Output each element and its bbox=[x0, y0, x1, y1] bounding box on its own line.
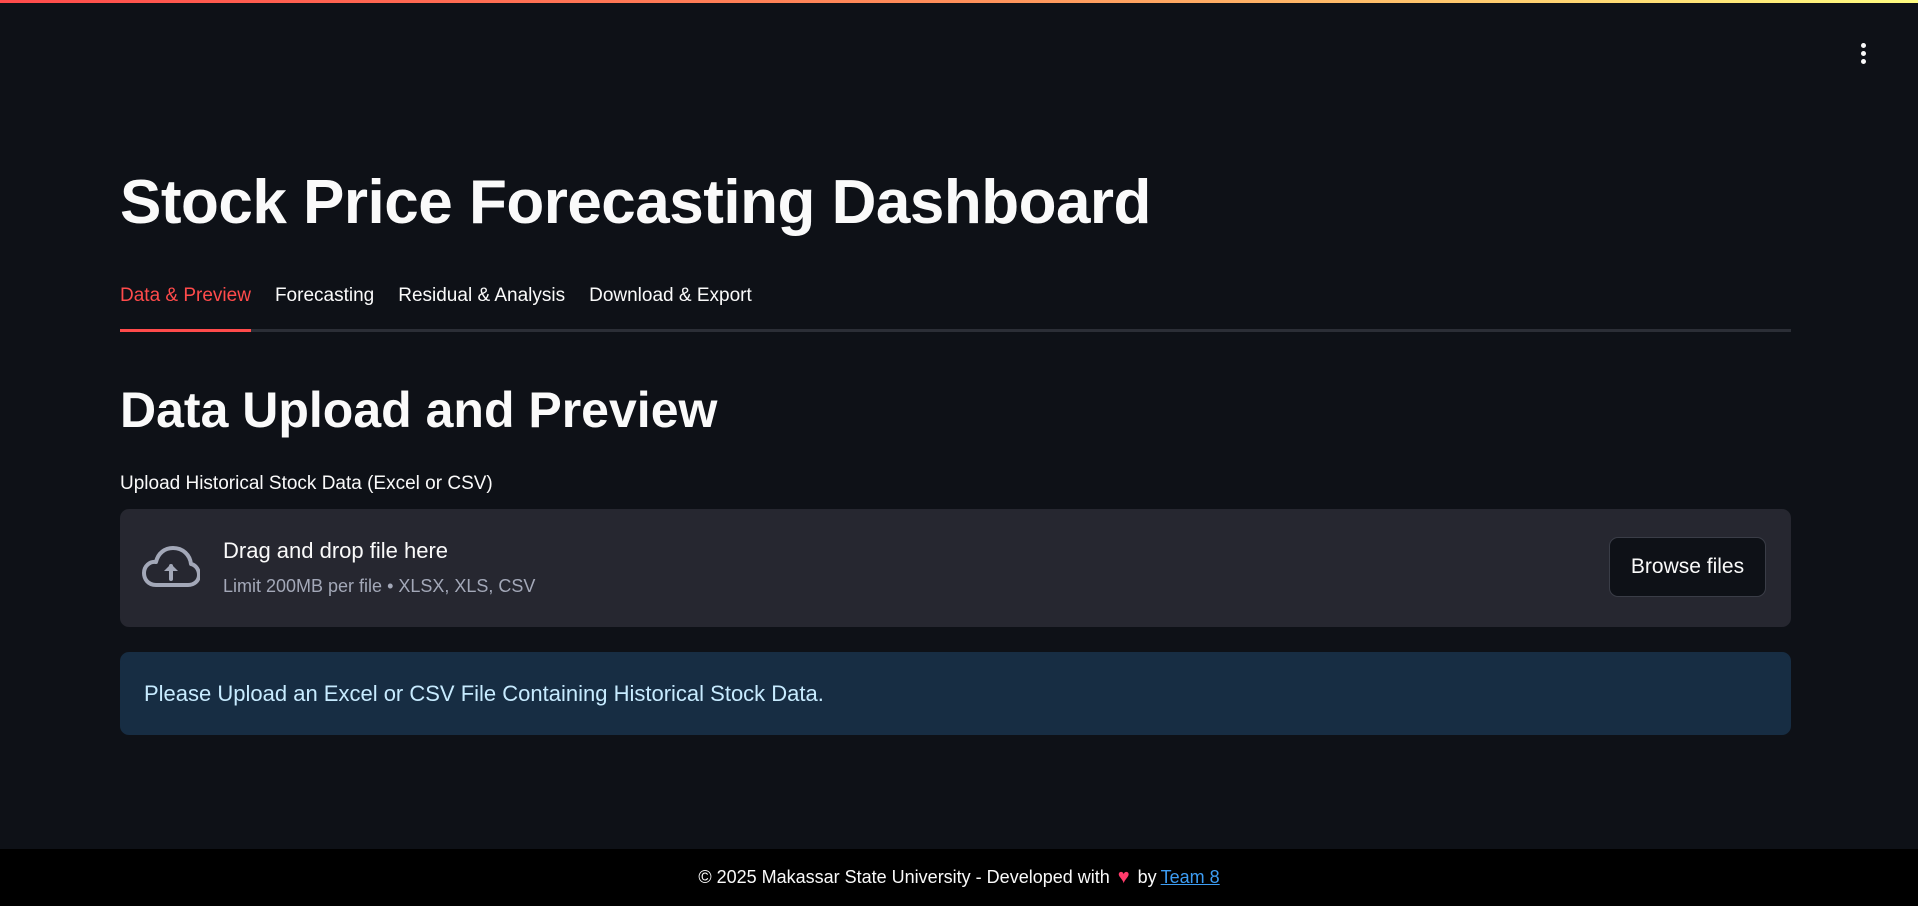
uploader-label: Upload Historical Stock Data (Excel or C… bbox=[120, 473, 493, 494]
footer-text: © 2025 Makassar State University - Devel… bbox=[698, 867, 1110, 887]
page-title: Stock Price Forecasting Dashboard bbox=[120, 168, 1151, 237]
team-link[interactable]: Team 8 bbox=[1161, 867, 1220, 888]
info-message: Please Upload an Excel or CSV File Conta… bbox=[144, 681, 824, 706]
kebab-menu-icon-dot bbox=[1860, 50, 1866, 56]
kebab-menu-icon-dot bbox=[1860, 58, 1866, 64]
tab-bar: Data & Preview Forecasting Residual & An… bbox=[120, 278, 1791, 332]
kebab-menu-icon bbox=[1860, 42, 1866, 48]
footer-by: by bbox=[1137, 867, 1157, 887]
heart-icon: ♥ bbox=[1117, 866, 1130, 888]
section-title: Data Upload and Preview bbox=[120, 382, 718, 438]
info-alert: Please Upload an Excel or CSV File Conta… bbox=[120, 652, 1791, 735]
tab-download-export[interactable]: Download & Export bbox=[589, 278, 752, 329]
dropzone-subtitle: Limit 200MB per file • XLSX, XLS, CSV bbox=[223, 576, 536, 596]
main-menu-button[interactable] bbox=[1848, 38, 1878, 68]
browse-files-button[interactable]: Browse files bbox=[1609, 537, 1766, 597]
cloud-upload-icon bbox=[142, 546, 200, 587]
footer: © 2025 Makassar State University - Devel… bbox=[0, 849, 1918, 906]
tab-data-preview[interactable]: Data & Preview bbox=[120, 278, 251, 332]
tab-forecasting[interactable]: Forecasting bbox=[275, 278, 374, 329]
file-dropzone[interactable]: Drag and drop file here Limit 200MB per … bbox=[120, 509, 1791, 627]
top-decoration-bar bbox=[0, 0, 1918, 3]
tab-residual-analysis[interactable]: Residual & Analysis bbox=[398, 278, 565, 329]
dropzone-title: Drag and drop file here bbox=[223, 538, 449, 563]
